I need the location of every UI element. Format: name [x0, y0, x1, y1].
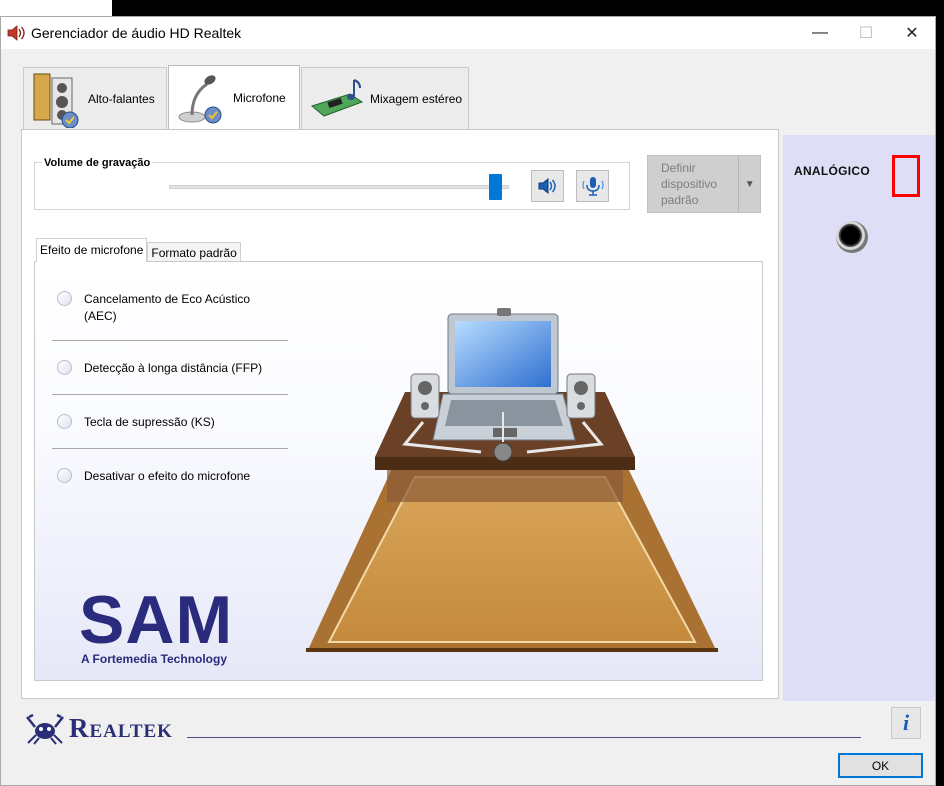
- disable-effect-radio[interactable]: [57, 468, 72, 483]
- footer-divider: [187, 737, 861, 738]
- realtek-logo: Realtek: [25, 711, 173, 745]
- set-default-label-line1: Definir: [661, 161, 696, 175]
- tab-stereo-mix[interactable]: Mixagem estéreo: [301, 67, 469, 129]
- microphone-boost-icon: [581, 177, 604, 196]
- ok-button[interactable]: OK: [838, 753, 923, 778]
- ffp-label: Detecção à longa distância (FFP): [84, 361, 263, 375]
- background-window-strip: [0, 0, 112, 16]
- mute-button[interactable]: [531, 170, 564, 202]
- tab-microphone-effects[interactable]: Efeito de microfone: [36, 238, 148, 262]
- ffp-radio[interactable]: [57, 360, 72, 375]
- divider: [52, 340, 288, 341]
- ks-label: Tecla de supressão (KS): [84, 415, 215, 429]
- effect-subtabs: Efeito de microfone Formato padrão: [36, 238, 241, 262]
- aec-radio[interactable]: [57, 291, 72, 306]
- laptop-desk-illustration: [306, 308, 718, 652]
- microphone-panel: Volume de gravação Definir dispositivo p…: [21, 129, 779, 699]
- disable-effect-label: Desativar o efeito do microfone: [84, 469, 251, 483]
- divider: [52, 448, 288, 449]
- sam-logo-subtitle: A Fortemedia Technology: [81, 652, 228, 666]
- analog-label: ANALÓGICO: [794, 164, 871, 178]
- set-default-device-button[interactable]: Definir dispositivo padrão ▼: [647, 155, 761, 213]
- tab-default-format[interactable]: Formato padrão: [147, 242, 241, 262]
- realtek-crab-icon: [26, 713, 64, 745]
- red-highlight-box: [892, 155, 920, 197]
- microphone-effects-panel: Cancelamento de Eco Acústico (AEC) Detec…: [34, 261, 763, 681]
- sound-card-icon: [310, 70, 364, 128]
- sam-logo: SAM A Fortemedia Technology: [79, 582, 234, 666]
- microphone-icon: [177, 69, 227, 127]
- set-default-label-line3: padrão: [661, 193, 699, 207]
- audio-jack-icon[interactable]: [836, 221, 868, 253]
- connector-panel: ANALÓGICO: [783, 135, 935, 701]
- maximize-button[interactable]: ☐: [843, 17, 889, 49]
- recording-volume-track[interactable]: [169, 174, 509, 200]
- effect-option-disable[interactable]: Desativar o efeito do microfone: [57, 468, 250, 485]
- recording-volume-group: [34, 162, 630, 210]
- divider: [52, 394, 288, 395]
- title-bar[interactable]: Gerenciador de áudio HD Realtek — ☐ ✕: [1, 17, 935, 49]
- effect-option-ks[interactable]: Tecla de supressão (KS): [57, 414, 215, 431]
- dropdown-arrow-icon[interactable]: ▼: [738, 156, 760, 212]
- realtek-logo-text: Realtek: [69, 712, 173, 743]
- speaker-volume-icon: [538, 177, 556, 195]
- tab-speakers-label: Alto-falantes: [88, 91, 155, 106]
- info-button[interactable]: i: [891, 707, 921, 739]
- close-button[interactable]: ✕: [889, 17, 935, 49]
- speaker-app-icon: [5, 22, 27, 44]
- device-tabs: Alto-falantes Microfone Mixagem estéreo: [23, 65, 470, 129]
- realtek-audio-manager-window: Gerenciador de áudio HD Realtek — ☐ ✕ Al…: [0, 16, 936, 786]
- tab-stereo-mix-label: Mixagem estéreo: [370, 91, 463, 106]
- info-icon: i: [902, 710, 910, 735]
- tab-microphone-label: Microfone: [233, 90, 286, 105]
- recording-volume-thumb[interactable]: [489, 174, 502, 200]
- set-default-label-line2: dispositivo: [661, 177, 718, 191]
- recording-volume-title: Volume de gravação: [42, 157, 153, 169]
- speakers-icon: [32, 70, 82, 128]
- tab-microphone[interactable]: Microfone: [168, 65, 300, 129]
- window-title: Gerenciador de áudio HD Realtek: [31, 25, 242, 41]
- aec-label: Cancelamento de Eco Acústico: [84, 292, 251, 306]
- effect-option-aec[interactable]: Cancelamento de Eco Acústico (AEC): [57, 291, 250, 325]
- aec-label-abbr: (AEC): [84, 309, 117, 323]
- minimize-button[interactable]: —: [797, 17, 843, 49]
- microphone-boost-button[interactable]: [576, 170, 609, 202]
- effect-option-ffp[interactable]: Detecção à longa distância (FFP): [57, 360, 262, 377]
- tab-speakers[interactable]: Alto-falantes: [23, 67, 167, 129]
- sam-logo-text: SAM: [79, 582, 234, 658]
- ks-radio[interactable]: [57, 414, 72, 429]
